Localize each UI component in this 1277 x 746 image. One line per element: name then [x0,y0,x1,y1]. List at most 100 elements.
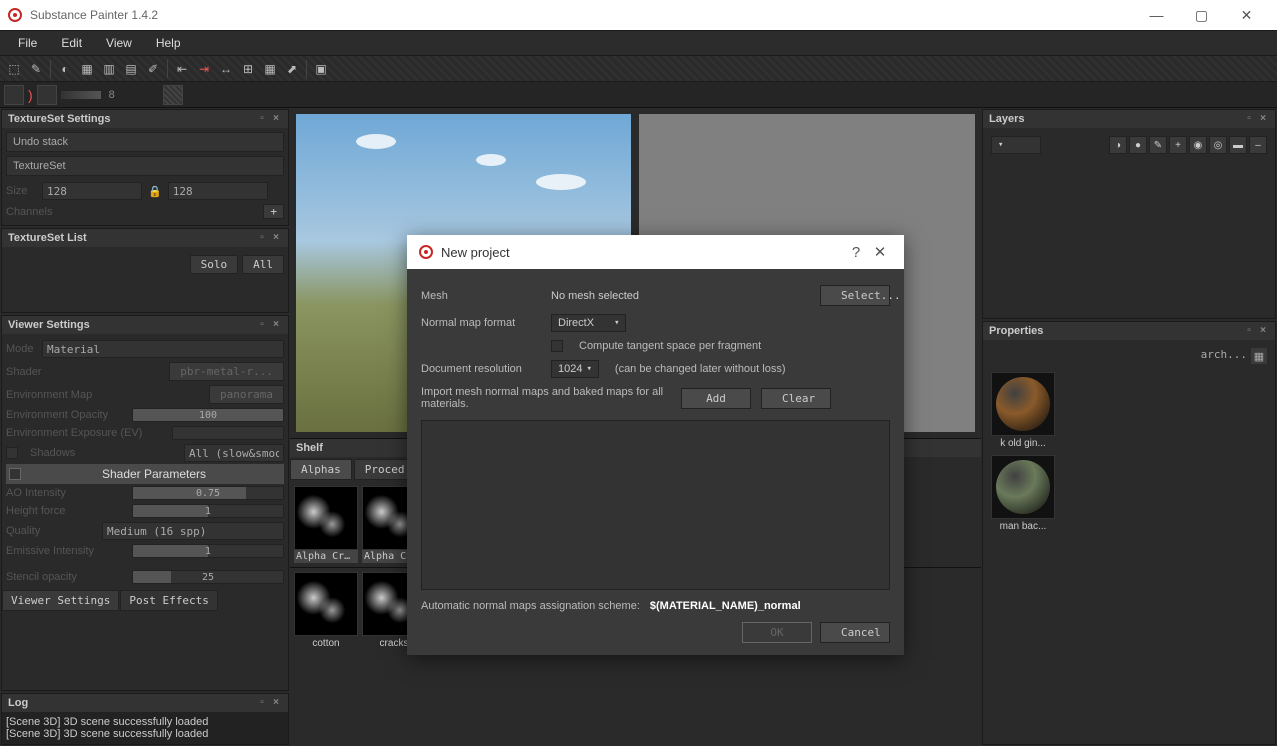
tool-eyedropper-icon[interactable]: ✐ [143,59,163,79]
add-mask-icon[interactable]: ◎ [1209,136,1227,154]
folder-icon[interactable]: ▬ [1229,136,1247,154]
undo-stack-row[interactable]: Undo stack [6,132,284,152]
edit-icon[interactable]: ✎ [1149,136,1167,154]
tool-image-icon[interactable]: ▦ [77,59,97,79]
env-opacity-slider[interactable]: 100 [132,408,284,422]
main-toolbar: ⬚ ✎ ◐ ▦ ▥ ▤ ✐ ⇤ ⇥ ↔ ⊞ ▦ ⬈ ▣ [0,56,1277,82]
normal-format-select[interactable]: DirectX [551,314,626,332]
panel-close-icon[interactable]: × [1257,325,1269,337]
emissive-slider[interactable]: 1 [132,544,284,558]
close-button[interactable]: ✕ [1224,0,1269,30]
ao-slider[interactable]: 0.75 [132,486,284,500]
menu-view[interactable]: View [94,32,144,54]
maps-drop-area[interactable] [421,420,890,590]
add-fill-icon[interactable]: ◉ [1189,136,1207,154]
shelf-thumb[interactable]: cotton [294,572,358,651]
shader-select[interactable]: pbr-metal-r... [169,362,284,381]
panel-close-icon[interactable]: × [270,113,282,125]
tool-brush-icon[interactable]: ✎ [26,59,46,79]
dialog-logo-icon [419,245,433,259]
log-panel: Log ▫ × [Scene 3D] 3D scene successfully… [1,693,289,745]
properties-panel: Properties ▫ × arch... ▦ k old gin...man… [982,321,1276,745]
texture-slot3-icon[interactable] [163,85,183,105]
envmap-select[interactable]: panorama [209,385,284,404]
delete-icon[interactable]: – [1249,136,1267,154]
tool-spacing-icon[interactable]: ↔ [216,59,236,79]
scheme-value: $(MATERIAL_NAME)_normal [650,600,801,612]
all-button[interactable]: All [242,255,284,274]
height-slider[interactable]: 1 [132,504,284,518]
size-height-input[interactable] [168,182,268,200]
tool-layer-icon[interactable]: ▤ [121,59,141,79]
panel-undock-icon[interactable]: ▫ [1243,325,1255,337]
grid-view-icon[interactable]: ▦ [1251,348,1267,364]
texture-slot2-icon[interactable] [37,85,57,105]
material-thumb[interactable]: man bac... [991,455,1055,534]
new-project-dialog: New project ? ✕ Mesh No mesh selected Se… [407,235,904,655]
tab-alphas[interactable]: Alphas [290,459,352,480]
dialog-help-button[interactable]: ? [844,244,868,261]
tool-panel-icon[interactable]: ▦ [260,59,280,79]
panel-title: Properties [989,325,1043,337]
panel-undock-icon[interactable]: ▫ [256,232,268,244]
shader-params-checkbox[interactable] [9,468,21,480]
panel-close-icon[interactable]: × [270,232,282,244]
lock-icon[interactable]: 🔒 [148,185,162,198]
search-label: arch... [1201,348,1247,364]
maximize-button[interactable]: ▢ [1179,0,1224,30]
panel-title: Layers [989,113,1024,125]
menu-edit[interactable]: Edit [49,32,94,54]
blend-mode-select[interactable] [991,136,1041,154]
minimize-button[interactable]: — [1134,0,1179,30]
tab-post-effects[interactable]: Post Effects [120,590,217,611]
tool-symy-icon[interactable]: ⇥ [194,59,214,79]
select-mesh-button[interactable]: Select... [820,285,890,306]
window-title: Substance Painter 1.4.2 [30,8,158,22]
textureset-row[interactable]: TextureSet [6,156,284,176]
panel-close-icon[interactable]: × [270,697,282,709]
add-button[interactable]: Add [681,388,751,409]
shadows-select[interactable] [184,444,284,462]
cancel-button[interactable]: Cancel [820,622,890,643]
docres-select[interactable]: 1024 [551,360,599,378]
shader-params-header[interactable]: Shader Parameters [6,464,284,484]
add-layer-icon[interactable]: + [1169,136,1187,154]
panel-title: Viewer Settings [8,319,90,331]
tab-viewer-settings[interactable]: Viewer Settings [2,590,119,611]
circle-icon[interactable]: ● [1129,136,1147,154]
ok-button[interactable]: OK [742,622,812,643]
tool-symx-icon[interactable]: ⇤ [172,59,192,79]
panel-close-icon[interactable]: × [270,319,282,331]
stencil-slider[interactable]: 25 [132,570,284,584]
shelf-thumb[interactable]: Alpha Crack... [294,486,358,563]
tool-select-icon[interactable]: ⬚ [4,59,24,79]
panel-undock-icon[interactable]: ▫ [256,697,268,709]
channels-label: Channels [6,206,96,218]
mask-icon[interactable]: ◑ [1109,136,1127,154]
panel-undock-icon[interactable]: ▫ [1243,113,1255,125]
panel-close-icon[interactable]: × [1257,113,1269,125]
solo-button[interactable]: Solo [190,255,239,274]
tool-camera-icon[interactable]: ▣ [311,59,331,79]
env-exposure-slider[interactable] [172,426,284,440]
add-channel-button[interactable]: + [263,204,284,219]
brush-size-slider[interactable] [61,91,101,99]
menu-bar: File Edit View Help [0,30,1277,56]
tool-eraser-icon[interactable]: ◐ [55,59,75,79]
panel-undock-icon[interactable]: ▫ [256,319,268,331]
texture-slot-icon[interactable] [4,85,24,105]
size-width-input[interactable] [42,182,142,200]
dialog-close-button[interactable]: ✕ [868,243,892,261]
tangent-checkbox[interactable] [551,340,563,352]
clear-button[interactable]: Clear [761,388,831,409]
material-thumb[interactable]: k old gin... [991,372,1055,451]
mode-input[interactable] [42,340,284,358]
shadows-checkbox[interactable] [6,447,18,459]
tool-grid-icon[interactable]: ⊞ [238,59,258,79]
panel-undock-icon[interactable]: ▫ [256,113,268,125]
quality-select[interactable] [102,522,284,540]
tool-fill-icon[interactable]: ▥ [99,59,119,79]
menu-help[interactable]: Help [144,32,193,54]
tool-export-icon[interactable]: ⬈ [282,59,302,79]
menu-file[interactable]: File [6,32,49,54]
